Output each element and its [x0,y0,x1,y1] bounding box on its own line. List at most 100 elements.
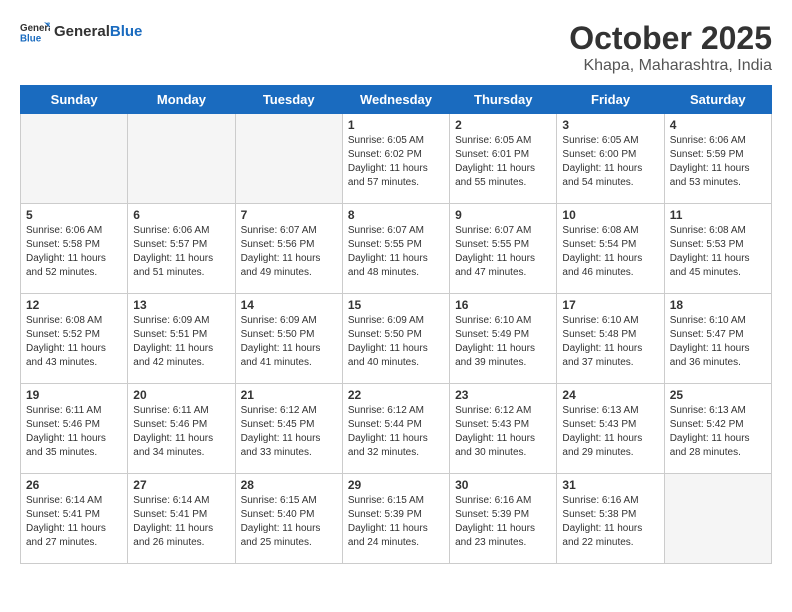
svg-text:General: General [20,23,50,34]
cell-info: Sunrise: 6:12 AMSunset: 5:45 PMDaylight:… [241,404,337,460]
calendar-cell: 22Sunrise: 6:12 AMSunset: 5:44 PMDayligh… [342,384,449,474]
day-number: 7 [241,208,337,222]
cell-info: Sunrise: 6:09 AMSunset: 5:51 PMDaylight:… [133,314,229,370]
calendar-cell: 2 Sunrise: 6:05 AMSunset: 6:01 PMDaylight… [450,114,557,204]
calendar-cell: 25 Sunrise: 6:13 AMSunset: 5:42 PMDayligh… [664,384,771,474]
cell-info: Sunrise: 6:11 AMSunset: 5:46 PMDaylight:… [26,404,122,460]
day-number: 3 [562,118,658,132]
day-number: 25 [670,388,766,402]
day-number: 1 [348,118,444,132]
day-number: 8 [348,208,444,222]
calendar-title: October 2025 [569,20,772,57]
calendar-cell: 3Sunrise: 6:05 AMSunset: 6:00 PMDaylight… [557,114,664,204]
day-number: 10 [562,208,658,222]
cell-info: Sunrise: 6:12 AMSunset: 5:43 PMDaylight:… [455,404,551,460]
calendar-cell: 5 Sunrise: 6:06 AMSunset: 5:58 PMDaylight… [21,204,128,294]
calendar-subtitle: Khapa, Maharashtra, India [569,57,772,75]
logo-blue: Blue [110,23,143,40]
cell-info: Sunrise: 6:07 AMSunset: 5:56 PMDaylight:… [241,224,337,280]
calendar-cell: 19 Sunrise: 6:11 AMSunset: 5:46 PMDayligh… [21,384,128,474]
cell-info: Sunrise: 6:15 AMSunset: 5:40 PMDaylight:… [241,494,337,550]
day-number: 26 [26,478,122,492]
day-number: 9 [455,208,551,222]
cell-info: Sunrise: 6:05 AMSunset: 6:01 PMDaylight:… [455,134,551,190]
weekday-header: Friday [557,86,664,114]
day-number: 27 [133,478,229,492]
day-number: 16 [455,298,551,312]
day-number: 29 [348,478,444,492]
weekday-header: Saturday [664,86,771,114]
cell-info: Sunrise: 6:14 AMSunset: 5:41 PMDaylight:… [26,494,122,550]
cell-info: Sunrise: 6:13 AMSunset: 5:42 PMDaylight:… [670,404,766,460]
day-number: 6 [133,208,229,222]
calendar-cell: 1Sunrise: 6:05 AMSunset: 6:02 PMDaylight… [342,114,449,204]
calendar-cell: 6Sunrise: 6:06 AMSunset: 5:57 PMDaylight… [128,204,235,294]
cell-info: Sunrise: 6:16 AMSunset: 5:38 PMDaylight:… [562,494,658,550]
cell-info: Sunrise: 6:07 AMSunset: 5:55 PMDaylight:… [455,224,551,280]
cell-info: Sunrise: 6:09 AMSunset: 5:50 PMDaylight:… [348,314,444,370]
calendar-cell: 7 Sunrise: 6:07 AMSunset: 5:56 PMDaylight… [235,204,342,294]
logo: General Blue GeneralBlue [20,20,142,45]
calendar-cell: 4 Sunrise: 6:06 AMSunset: 5:59 PMDaylight… [664,114,771,204]
cell-info: Sunrise: 6:06 AMSunset: 5:59 PMDaylight:… [670,134,766,190]
calendar-cell: 30 Sunrise: 6:16 AMSunset: 5:39 PMDayligh… [450,474,557,564]
svg-text:Blue: Blue [20,34,42,45]
day-number: 4 [670,118,766,132]
day-number: 13 [133,298,229,312]
calendar-week-row: 1Sunrise: 6:05 AMSunset: 6:02 PMDaylight… [21,114,772,204]
day-number: 22 [348,388,444,402]
calendar-cell: 26 Sunrise: 6:14 AMSunset: 5:41 PMDayligh… [21,474,128,564]
calendar-cell: 21 Sunrise: 6:12 AMSunset: 5:45 PMDayligh… [235,384,342,474]
weekday-header: Thursday [450,86,557,114]
weekday-header: Sunday [21,86,128,114]
calendar-cell [128,114,235,204]
cell-info: Sunrise: 6:08 AMSunset: 5:52 PMDaylight:… [26,314,122,370]
calendar-cell: 10Sunrise: 6:08 AMSunset: 5:54 PMDayligh… [557,204,664,294]
cell-info: Sunrise: 6:09 AMSunset: 5:50 PMDaylight:… [241,314,337,370]
cell-info: Sunrise: 6:10 AMSunset: 5:47 PMDaylight:… [670,314,766,370]
cell-info: Sunrise: 6:10 AMSunset: 5:49 PMDaylight:… [455,314,551,370]
day-number: 30 [455,478,551,492]
day-number: 23 [455,388,551,402]
calendar-cell: 31 Sunrise: 6:16 AMSunset: 5:38 PMDayligh… [557,474,664,564]
calendar-week-row: 12 Sunrise: 6:08 AMSunset: 5:52 PMDayligh… [21,294,772,384]
day-number: 15 [348,298,444,312]
calendar-cell: 24Sunrise: 6:13 AMSunset: 5:43 PMDayligh… [557,384,664,474]
cell-info: Sunrise: 6:10 AMSunset: 5:48 PMDaylight:… [562,314,658,370]
day-number: 2 [455,118,551,132]
cell-info: Sunrise: 6:15 AMSunset: 5:39 PMDaylight:… [348,494,444,550]
cell-info: Sunrise: 6:07 AMSunset: 5:55 PMDaylight:… [348,224,444,280]
day-number: 17 [562,298,658,312]
calendar-cell: 18Sunrise: 6:10 AMSunset: 5:47 PMDayligh… [664,294,771,384]
calendar-cell: 28Sunrise: 6:15 AMSunset: 5:40 PMDayligh… [235,474,342,564]
calendar-cell [21,114,128,204]
cell-info: Sunrise: 6:13 AMSunset: 5:43 PMDaylight:… [562,404,658,460]
title-block: October 2025 Khapa, Maharashtra, India [569,20,772,75]
day-number: 21 [241,388,337,402]
cell-info: Sunrise: 6:14 AMSunset: 5:41 PMDaylight:… [133,494,229,550]
calendar-body: 1Sunrise: 6:05 AMSunset: 6:02 PMDaylight… [21,114,772,564]
cell-info: Sunrise: 6:06 AMSunset: 5:58 PMDaylight:… [26,224,122,280]
calendar-cell [664,474,771,564]
weekday-header: Tuesday [235,86,342,114]
weekday-header-row: SundayMondayTuesdayWednesdayThursdayFrid… [21,86,772,114]
calendar-cell: 11Sunrise: 6:08 AMSunset: 5:53 PMDayligh… [664,204,771,294]
day-number: 12 [26,298,122,312]
day-number: 31 [562,478,658,492]
calendar-cell: 15 Sunrise: 6:09 AMSunset: 5:50 PMDayligh… [342,294,449,384]
calendar-week-row: 26 Sunrise: 6:14 AMSunset: 5:41 PMDayligh… [21,474,772,564]
cell-info: Sunrise: 6:16 AMSunset: 5:39 PMDaylight:… [455,494,551,550]
logo-general: General [54,23,110,40]
calendar-cell: 16 Sunrise: 6:10 AMSunset: 5:49 PMDayligh… [450,294,557,384]
calendar-cell: 29 Sunrise: 6:15 AMSunset: 5:39 PMDayligh… [342,474,449,564]
calendar-cell: 27 Sunrise: 6:14 AMSunset: 5:41 PMDayligh… [128,474,235,564]
cell-info: Sunrise: 6:11 AMSunset: 5:46 PMDaylight:… [133,404,229,460]
day-number: 20 [133,388,229,402]
calendar-cell: 14Sunrise: 6:09 AMSunset: 5:50 PMDayligh… [235,294,342,384]
calendar-cell: 9 Sunrise: 6:07 AMSunset: 5:55 PMDaylight… [450,204,557,294]
day-number: 19 [26,388,122,402]
calendar-cell: 23 Sunrise: 6:12 AMSunset: 5:43 PMDayligh… [450,384,557,474]
day-number: 5 [26,208,122,222]
calendar-cell: 20 Sunrise: 6:11 AMSunset: 5:46 PMDayligh… [128,384,235,474]
calendar-cell: 8 Sunrise: 6:07 AMSunset: 5:55 PMDaylight… [342,204,449,294]
